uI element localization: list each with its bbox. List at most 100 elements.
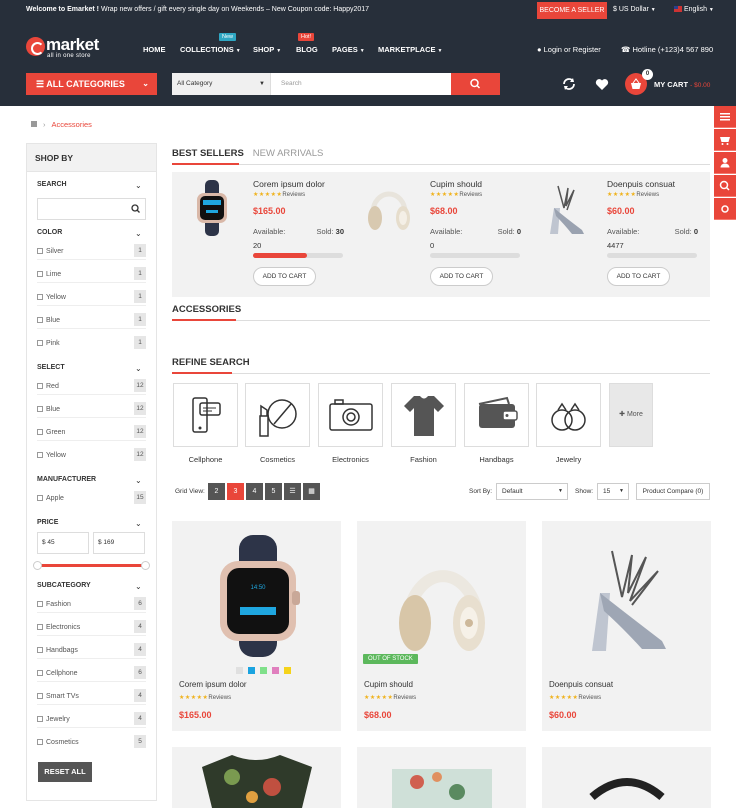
filter-select-green[interactable]: Green 12 [37,425,146,441]
filter-color-lime[interactable]: Lime 1 [37,267,146,283]
category-label[interactable]: Cosmetics [245,455,310,464]
watch-image[interactable] [182,178,242,238]
add-to-cart-button[interactable]: ADD TO CART [253,267,316,286]
product-card[interactable] [357,747,526,808]
table-view-icon[interactable]: ▦ [303,483,320,500]
category-label[interactable]: Fashion [391,455,456,464]
filter-sub-jewelry[interactable]: Jewelry 4 [37,712,146,728]
sort-select[interactable]: Default ▼ [496,483,568,500]
category-label[interactable]: Handbags [464,455,529,464]
grid-4-button[interactable]: 4 [246,483,263,500]
grid-3-button[interactable]: 3 [227,483,244,500]
become-seller-button[interactable]: BECOME A SELLER [537,2,607,19]
list-view-icon[interactable]: ☰ [284,483,301,500]
price-slider-min-handle[interactable] [33,561,42,570]
nav-pages[interactable]: PAGES ▼ [332,45,365,54]
product-name[interactable]: Cupim should [364,680,413,689]
grid-2-button[interactable]: 2 [208,483,225,500]
category-jewelry[interactable] [536,383,601,447]
headphones-image[interactable] [377,531,506,661]
price-min-input[interactable]: $ 45 [37,532,89,554]
product-card[interactable]: 14:50 Corem ipsum dolor ★★★★★Reviews $16… [172,521,341,731]
product-card[interactable]: OUT OF STOCK Cupim should ★★★★★Reviews $… [357,521,526,731]
color-swatch[interactable] [272,667,279,674]
product-name[interactable]: Doenpuis consuat [607,179,675,189]
tab-best-sellers[interactable]: BEST SELLERS [172,148,244,159]
side-search-icon[interactable] [714,175,736,197]
side-user-icon[interactable] [714,152,736,174]
filter-color-yellow[interactable]: Yellow 1 [37,290,146,306]
category-label[interactable]: Jewelry [536,455,601,464]
color-swatch[interactable] [260,667,267,674]
filter-manufacturer-title[interactable]: MANUFACTURER ⌄ [37,476,142,485]
filter-color-silver[interactable]: Silver 1 [37,244,146,260]
category-cosmetics[interactable] [245,383,310,447]
filter-color-pink[interactable]: Pink 1 [37,336,146,349]
refresh-icon[interactable] [562,77,576,93]
all-categories-button[interactable]: ☰ ALL CATEGORIES ⌄ [26,73,157,95]
cart-button[interactable]: 0 [625,69,653,95]
shirt-image[interactable] [172,747,341,808]
side-top-icon[interactable] [714,198,736,220]
nav-blog[interactable]: BLOG [296,45,318,54]
heart-icon[interactable] [595,77,609,93]
more-categories-button[interactable]: ✚ More [609,383,653,447]
side-cart-icon[interactable] [714,129,736,151]
filter-manufacturer-apple[interactable]: Apple 15 [37,491,146,504]
nav-collections[interactable]: COLLECTIONS ▼ [180,45,241,54]
grid-5-button[interactable]: 5 [265,483,282,500]
currency-selector[interactable]: $ US Dollar ▼ [613,6,656,13]
shoe-image[interactable] [536,178,596,238]
product-name[interactable]: Corem ipsum dolor [179,680,247,689]
my-cart-label[interactable]: MY CART - $0.00 [654,80,710,89]
filter-price-title[interactable]: PRICE ⌄ [37,519,142,528]
filter-select-blue[interactable]: Blue 12 [37,402,146,418]
add-to-cart-button[interactable]: ADD TO CART [430,267,493,286]
show-select[interactable]: 15 ▼ [597,483,629,500]
product-name[interactable]: Corem ipsum dolor [253,179,325,189]
color-swatch[interactable] [248,667,255,674]
nav-shop[interactable]: SHOP ▼ [253,45,281,54]
price-slider-max-handle[interactable] [141,561,150,570]
login-link[interactable]: ● Login or Register [537,45,601,54]
category-label[interactable]: Electronics [318,455,383,464]
filter-search-title[interactable]: SEARCH ⌄ [37,181,142,190]
filter-color-title[interactable]: COLOR ⌄ [37,229,142,238]
product-card[interactable]: Doenpuis consuat ★★★★★Reviews $60.00 [542,521,711,731]
search-input[interactable]: Search [281,73,302,95]
search-category-select[interactable]: All Category ▼ [172,73,271,95]
filter-sub-fashion[interactable]: Fashion 6 [37,597,146,613]
product-name[interactable]: Cupim should [430,179,482,189]
category-handbags[interactable] [464,383,529,447]
tab-new-arrivals[interactable]: NEW ARRIVALS [253,148,324,159]
watch-image[interactable]: 14:50 [192,531,321,661]
breadcrumb-current[interactable]: Accessories [52,120,92,129]
add-to-cart-button[interactable]: ADD TO CART [607,267,670,286]
nav-marketplace[interactable]: MARKETPLACE ▼ [378,45,442,54]
filter-sub-cellphone[interactable]: Cellphone 6 [37,666,146,682]
filter-select-title[interactable]: SELECT ⌄ [37,364,142,373]
filter-color-blue[interactable]: Blue 1 [37,313,146,329]
filter-search-input[interactable] [37,198,146,220]
filter-sub-cosmetics[interactable]: Cosmetics 5 [37,735,146,748]
home-icon[interactable] [31,121,37,127]
bag-image[interactable] [542,747,711,808]
filter-sub-electronics[interactable]: Electronics 4 [37,620,146,636]
product-compare-button[interactable]: Product Compare (0) [636,483,710,500]
shoe-image[interactable] [562,531,691,661]
product-card[interactable] [172,747,341,808]
search-button[interactable] [451,73,500,95]
product-name[interactable]: Doenpuis consuat [549,680,613,689]
reset-all-button[interactable]: RESET ALL [38,762,92,782]
product-card[interactable] [542,747,711,808]
side-menu-icon[interactable] [714,106,736,128]
logo[interactable]: market all in one store [26,35,99,59]
filter-select-red[interactable]: Red 12 [37,379,146,395]
language-selector[interactable]: English ▼ [674,6,714,13]
filter-select-yellow[interactable]: Yellow 12 [37,448,146,461]
category-fashion[interactable] [391,383,456,447]
filter-sub-smart-tvs[interactable]: Smart TVs 4 [37,689,146,705]
category-cellphone[interactable] [173,383,238,447]
shorts-image[interactable] [357,747,526,808]
price-slider[interactable] [33,561,150,570]
